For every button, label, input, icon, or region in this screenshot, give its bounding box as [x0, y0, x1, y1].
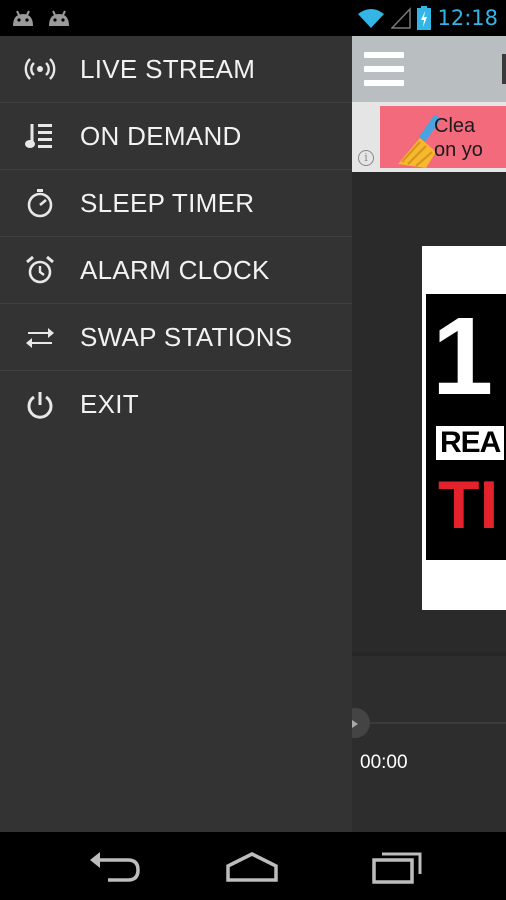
power-icon	[27, 391, 53, 419]
menu-item-sleep-timer[interactable]: SLEEP TIMER	[0, 170, 352, 237]
action-bar-edge	[502, 54, 506, 84]
stopwatch-icon	[27, 189, 53, 218]
artwork-number: 1	[432, 295, 494, 418]
player-controls: 00:00	[352, 656, 506, 832]
system-nav-bar	[0, 832, 506, 900]
artwork-image: 1 REA TI	[426, 294, 506, 560]
signal-icon	[391, 7, 412, 29]
playlist-icon	[25, 124, 52, 148]
broadcast-icon	[24, 58, 56, 80]
android-icon	[13, 10, 33, 26]
ad-info-icon[interactable]: i	[358, 150, 374, 166]
action-bar	[352, 36, 506, 102]
wifi-icon	[358, 9, 385, 28]
menu-icon[interactable]	[364, 52, 404, 86]
menu-item-swap-stations[interactable]: SWAP STATIONS	[0, 304, 352, 371]
seek-bar[interactable]	[370, 722, 506, 724]
status-bar: 12:18	[0, 0, 506, 36]
home-icon[interactable]	[222, 846, 282, 886]
menu-item-live-stream[interactable]: LIVE STREAM	[0, 36, 352, 103]
artwork-area: 1 REA TI	[352, 172, 506, 652]
artwork-text: REA	[436, 426, 505, 460]
menu-label: LIVE STREAM	[80, 53, 256, 84]
back-icon[interactable]	[84, 846, 144, 886]
navigation-drawer: LIVE STREAM ON DEMAND SLEEP TIMER ALARM …	[0, 36, 352, 832]
ad-text: Clea on yo	[434, 115, 483, 161]
alarm-clock-icon	[26, 255, 54, 284]
ad-banner[interactable]: i Clea on yo	[352, 102, 506, 172]
menu-item-exit[interactable]: EXIT	[0, 371, 352, 438]
menu-label: ON DEMAND	[80, 120, 242, 151]
menu-label: EXIT	[80, 389, 139, 419]
artwork-text-red: TI	[438, 467, 499, 543]
menu-item-alarm-clock[interactable]: ALARM CLOCK	[0, 237, 352, 304]
play-indicator-icon	[352, 720, 358, 728]
battery-charging-icon	[417, 6, 432, 30]
menu-label: SWAP STATIONS	[80, 321, 293, 352]
station-artwork: 1 REA TI	[422, 246, 506, 610]
main-app: i Clea on yo 1 REA TI 00:00	[352, 36, 506, 832]
recent-apps-icon[interactable]	[366, 846, 426, 886]
android-icon	[49, 10, 69, 26]
menu-label: SLEEP TIMER	[80, 187, 255, 218]
elapsed-time: 00:00	[360, 752, 408, 773]
status-icons: 12:18	[357, 4, 498, 32]
menu-item-on-demand[interactable]: ON DEMAND	[0, 103, 352, 170]
menu-label: ALARM CLOCK	[80, 254, 270, 285]
swap-icon	[26, 328, 54, 348]
status-clock: 12:18	[437, 6, 498, 30]
